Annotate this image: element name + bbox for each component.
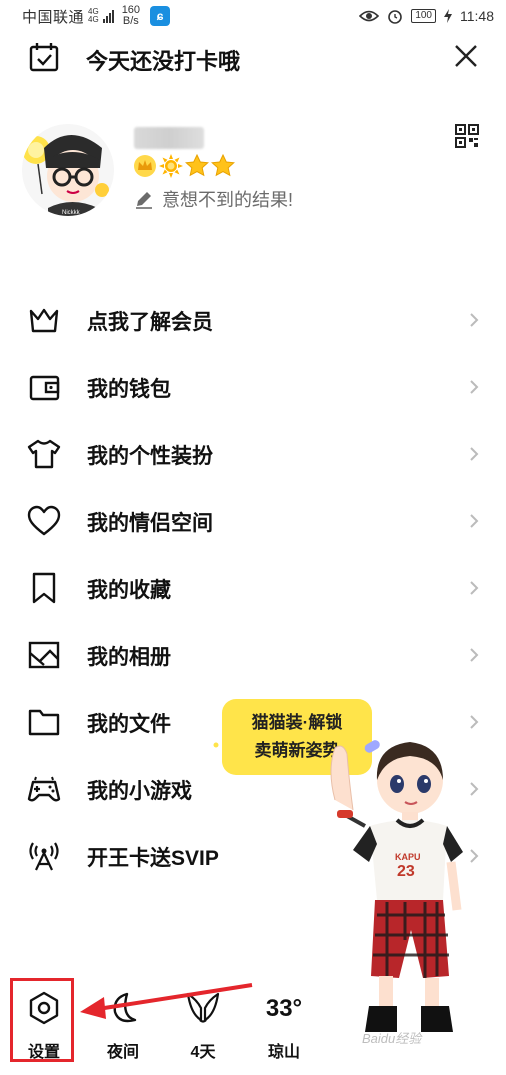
crown-icon xyxy=(29,308,59,333)
checkin-status-text[interactable]: 今天还没打卡哦 xyxy=(86,44,240,76)
night-mode-label: 夜间 xyxy=(106,1044,139,1061)
signature-text: 意想不到的结果! xyxy=(162,190,294,210)
menu-item-couple-space[interactable]: 我的情侣空间 xyxy=(0,487,506,554)
menu-item-label: 我的文件 xyxy=(87,713,171,736)
wallet-icon xyxy=(29,375,60,401)
chevron-right-icon xyxy=(470,380,479,394)
chevron-right-icon xyxy=(470,514,479,528)
annotation-arrow xyxy=(80,983,253,1019)
level-badges[interactable] xyxy=(133,154,235,178)
chevron-right-icon xyxy=(470,447,479,461)
eye-icon xyxy=(359,10,380,22)
heart-icon xyxy=(27,505,61,536)
menu-item-label: 我的收藏 xyxy=(87,579,171,602)
carrier-name: 中国联通 xyxy=(22,8,85,26)
network-speed: 160 B/s xyxy=(121,4,141,27)
gamepad-icon xyxy=(27,776,61,802)
battery-indicator: 100 xyxy=(411,9,436,23)
alarm-icon xyxy=(388,10,403,24)
weather-temperature: 33° xyxy=(265,995,303,1022)
menu-item-vip[interactable]: 点我了解会员 xyxy=(0,286,506,353)
menu-item-favorites[interactable]: 我的收藏 xyxy=(0,554,506,621)
status-bar: 中国联通 4G 4G 160 B/s ɕ 100 11:48 xyxy=(0,0,506,32)
watermark: Baidu经验 xyxy=(362,1031,422,1046)
tshirt-icon xyxy=(27,439,61,469)
chevron-right-icon xyxy=(470,715,479,729)
qr-code-icon[interactable] xyxy=(455,124,479,148)
promo-line-1: 猫猫装·解锁 xyxy=(251,713,343,732)
calendar-check-icon[interactable] xyxy=(28,41,60,73)
app-notification-icon: ɕ xyxy=(150,6,171,26)
menu-item-label: 我的情侣空间 xyxy=(87,512,213,535)
chevron-right-icon xyxy=(470,313,479,327)
chevron-right-icon xyxy=(470,581,479,595)
streak-label: 4天 xyxy=(190,1044,216,1061)
star-badge-icon xyxy=(211,154,235,177)
charging-icon xyxy=(444,9,452,23)
pen-icon xyxy=(136,192,152,209)
menu-item-label: 我的个性装扮 xyxy=(87,445,213,468)
chevron-right-icon xyxy=(470,648,479,662)
clock-time: 11:48 xyxy=(460,8,494,24)
bookmark-icon xyxy=(32,572,56,604)
highlight-box xyxy=(10,978,74,1062)
network-type: 4G 4G xyxy=(88,7,99,24)
menu-item-label: 我的小游戏 xyxy=(87,780,192,803)
signal-tower-icon xyxy=(29,842,59,871)
avatar[interactable]: Nickkk xyxy=(22,124,114,216)
weather-city: 琼山 xyxy=(267,1044,300,1061)
nickname-blurred xyxy=(134,127,204,149)
menu-item-label: 我的相册 xyxy=(87,646,171,669)
svg-text:23: 23 xyxy=(397,863,415,880)
menu-item-wallet[interactable]: 我的钱包 xyxy=(0,353,506,420)
menu-item-decoration[interactable]: 我的个性装扮 xyxy=(0,420,506,487)
folder-icon xyxy=(28,709,60,736)
svg-text:KAPU: KAPU xyxy=(395,852,421,862)
menu-item-label: 点我了解会员 xyxy=(87,311,213,334)
signal-icon xyxy=(102,9,114,23)
sun-badge-icon xyxy=(159,154,183,178)
album-icon xyxy=(28,641,60,669)
menu-item-label: 我的钱包 xyxy=(87,378,171,401)
weather-button[interactable]: 33° 琼山 xyxy=(254,990,314,1070)
close-icon[interactable] xyxy=(452,42,480,70)
star-badge-icon xyxy=(185,154,209,177)
menu-item-album[interactable]: 我的相册 xyxy=(0,621,506,688)
crown-badge-icon xyxy=(134,155,156,177)
checkin-header: 今天还没打卡哦 xyxy=(0,36,506,80)
menu-item-label: 开王卡送SVIP xyxy=(87,847,219,870)
signature[interactable]: 意想不到的结果! xyxy=(134,186,293,212)
svg-text:Nickkk: Nickkk xyxy=(62,210,81,216)
